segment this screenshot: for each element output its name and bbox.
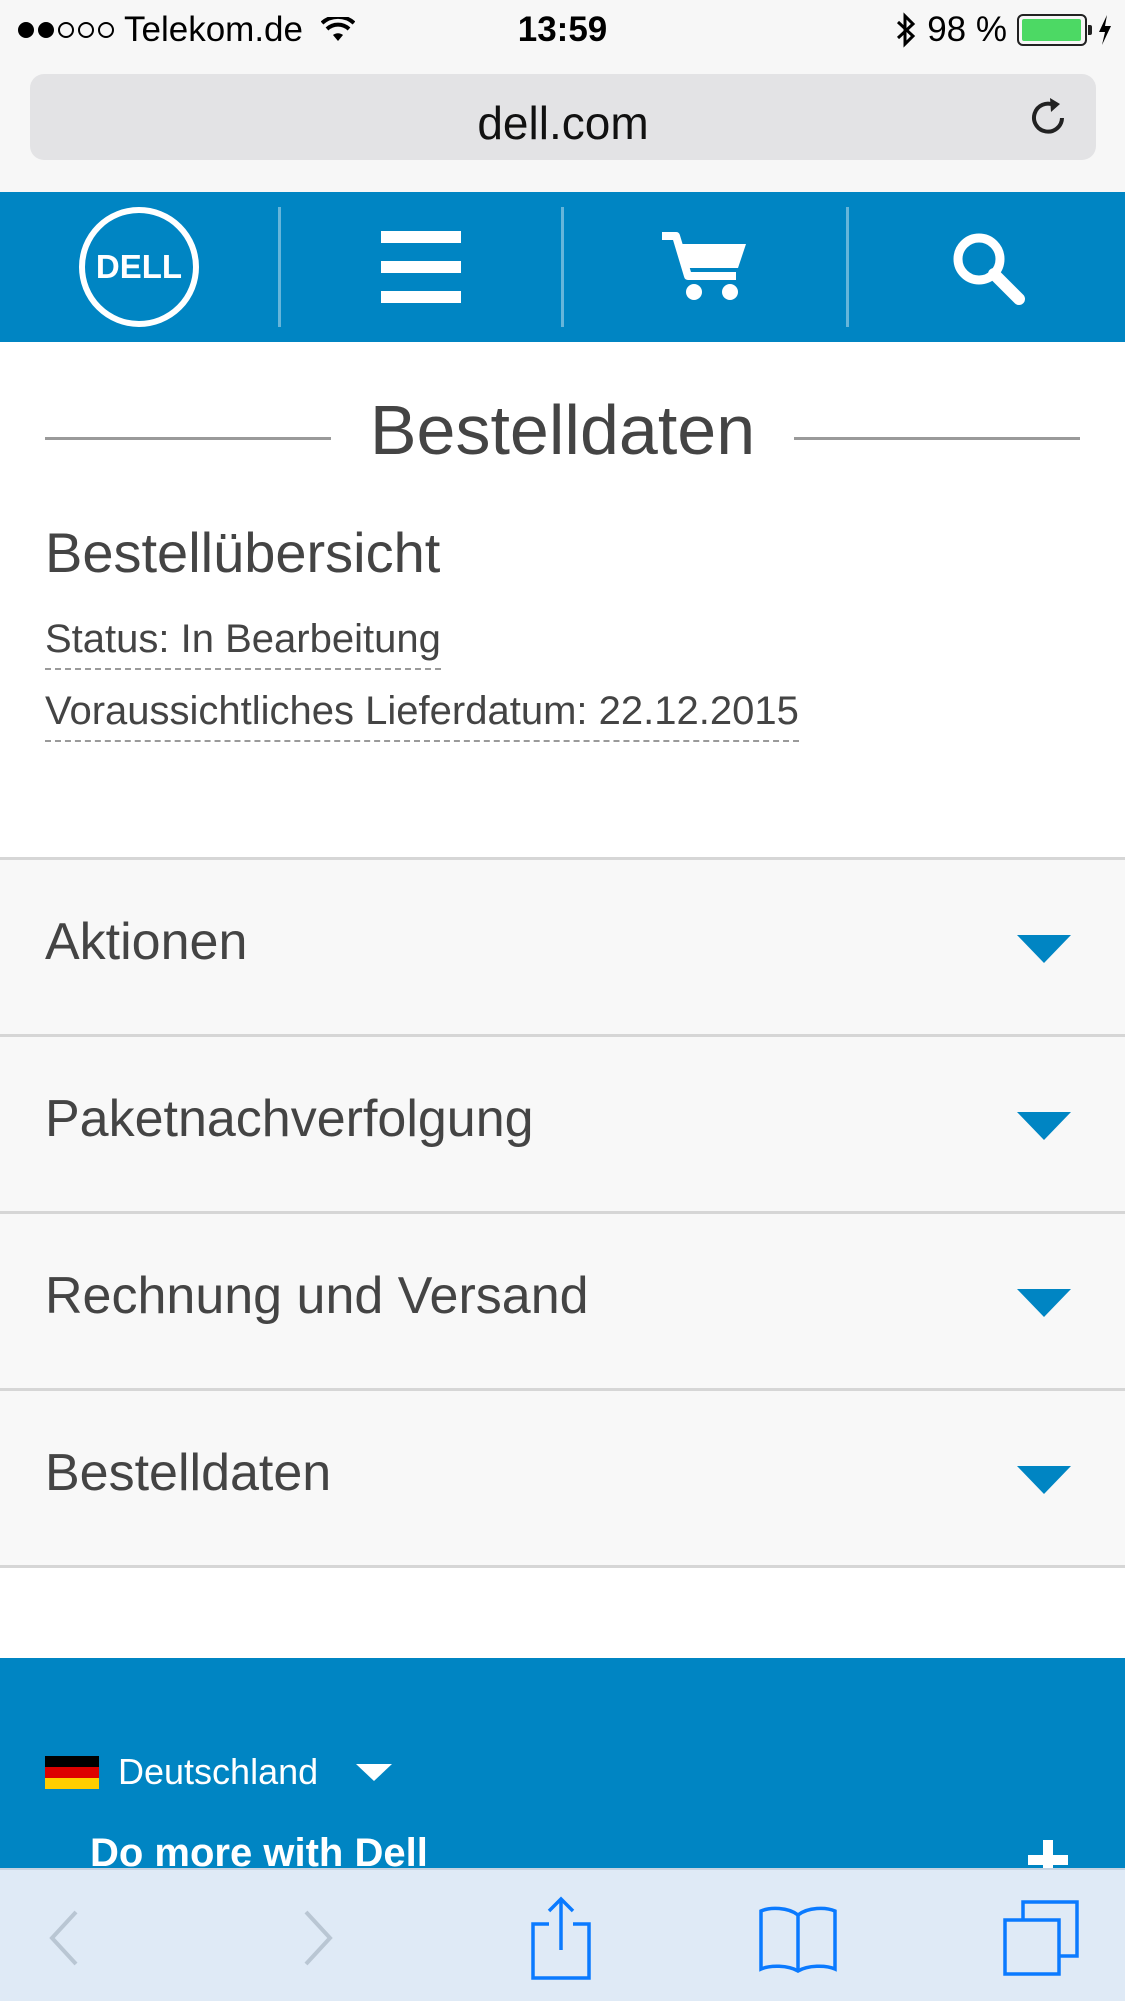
hamburger-icon	[381, 231, 461, 303]
address-bar[interactable]: dell.com	[30, 74, 1096, 160]
page-title: Bestelldaten	[369, 391, 756, 469]
site-footer: Deutschland Do more with Dell	[0, 1658, 1125, 1880]
bookmarks-button[interactable]	[758, 1898, 838, 1978]
accordion-billing-shipping[interactable]: Rechnung und Versand	[0, 1211, 1125, 1388]
country-selector[interactable]: Deutschland	[118, 1751, 318, 1793]
cart-icon	[662, 232, 746, 300]
reload-icon[interactable]	[1024, 92, 1074, 142]
charging-icon	[1099, 15, 1111, 45]
url-text: dell.com	[477, 97, 649, 149]
accordion-actions[interactable]: Aktionen	[0, 857, 1125, 1034]
browser-address-area: dell.com	[0, 62, 1125, 192]
chevron-down-icon	[1017, 1466, 1071, 1494]
forward-button[interactable]	[276, 1898, 356, 1978]
chevron-left-icon	[49, 1910, 78, 1966]
accordion-label: Rechnung und Versand	[45, 1267, 589, 1325]
status-right: 98 %	[895, 10, 1113, 50]
svg-text:DELL: DELL	[96, 248, 182, 285]
tabs-icon	[1003, 1900, 1079, 1976]
accordion-label: Aktionen	[45, 913, 248, 971]
germany-flag-icon	[45, 1756, 99, 1789]
order-status: Status: In Bearbeitung	[45, 617, 441, 670]
heading-rule-right	[794, 437, 1080, 440]
section-heading: Bestelldaten	[45, 390, 1080, 486]
battery-percent: 98 %	[927, 10, 1007, 49]
dell-logo-icon: DELL	[79, 207, 199, 327]
accordion-order-data[interactable]: Bestelldaten	[0, 1388, 1125, 1565]
accordion-label: Bestelldaten	[45, 1444, 332, 1502]
cart-button[interactable]	[564, 192, 846, 342]
chevron-right-icon	[304, 1910, 333, 1966]
tabs-button[interactable]	[1001, 1898, 1081, 1978]
caret-down-icon[interactable]	[356, 1764, 392, 1781]
accordion-divider	[0, 1565, 1125, 1568]
bookmarks-icon	[759, 1906, 837, 1973]
share-icon	[531, 1896, 591, 1980]
bluetooth-icon	[897, 12, 916, 48]
chevron-down-icon	[1017, 1289, 1071, 1317]
dell-logo[interactable]: DELL	[0, 192, 278, 342]
order-overview-heading: Bestellübersicht	[45, 521, 441, 584]
accordion-label: Paketnachverfolgung	[45, 1090, 534, 1148]
search-icon	[953, 233, 1025, 305]
status-bar: Telekom.de 13:59 98 %	[0, 0, 1125, 62]
menu-button[interactable]	[281, 192, 561, 342]
share-button[interactable]	[521, 1896, 601, 1980]
browser-toolbar	[0, 1868, 1125, 2001]
back-button[interactable]	[26, 1898, 106, 1978]
delivery-date: Voraussichtliches Lieferdatum: 22.12.201…	[45, 689, 799, 742]
chevron-down-icon	[1017, 1112, 1071, 1140]
site-header: DELL	[0, 192, 1125, 342]
accordion-package-tracking[interactable]: Paketnachverfolgung	[0, 1034, 1125, 1211]
search-button[interactable]	[849, 192, 1125, 342]
battery-icon	[1017, 14, 1092, 46]
chevron-down-icon	[1017, 935, 1071, 963]
